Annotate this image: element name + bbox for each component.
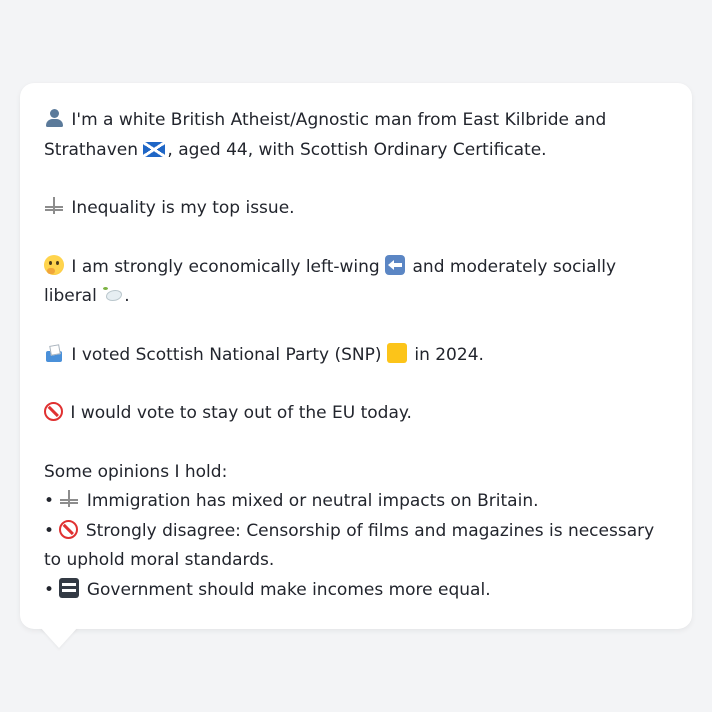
- opinion-item: • Strongly disagree: Censorship of films…: [44, 517, 668, 576]
- flag-scotland-icon: [143, 141, 166, 157]
- scales-icon: [59, 489, 79, 509]
- eu-text: I would vote to stay out of the EU today…: [70, 403, 412, 423]
- opinions-heading: Some opinions I hold:: [44, 461, 228, 482]
- vote-text: I voted Scottish National Party (SNP): [71, 344, 382, 365]
- opinions-list: Some opinions I hold: • Immigration has …: [44, 458, 668, 606]
- person-icon: [44, 108, 64, 128]
- bubble-tail: [40, 627, 78, 648]
- bullet-marker: •: [44, 491, 55, 511]
- bio-intro-tail: , aged 44, with Scottish Ordinary Certif…: [167, 139, 547, 160]
- vote-year: in 2024.: [414, 344, 484, 365]
- opinion-item: • Government should make incomes more eq…: [44, 576, 668, 606]
- vote-line: I voted Scottish National Party (SNP) in…: [44, 341, 668, 371]
- prohibited-icon: [44, 402, 63, 421]
- opinion-text: Government should make incomes more equa…: [86, 579, 491, 600]
- yellow-square-icon: [386, 342, 407, 363]
- scales-icon: [44, 196, 64, 216]
- top-issue-text: Inequality is my top issue.: [71, 198, 295, 218]
- bio-line: I'm a white British Atheist/Agnostic man…: [44, 106, 668, 165]
- eu-line: I would vote to stay out of the EU today…: [44, 399, 668, 429]
- ballot-box-icon: [44, 343, 64, 363]
- dove-icon: [102, 284, 123, 304]
- opinion-text: Strongly disagree: Censorship of films a…: [44, 520, 655, 571]
- equals-icon: [59, 577, 80, 598]
- bullet-marker: •: [44, 520, 55, 541]
- ideology-period: .: [124, 286, 130, 306]
- thinking-face-icon: [44, 254, 64, 275]
- top-issue-line: Inequality is my top issue.: [44, 194, 668, 224]
- persona-message-bubble: I'm a white British Atheist/Agnostic man…: [20, 83, 692, 629]
- opinion-item: • Immigration has mixed or neutral impac…: [44, 487, 668, 517]
- bullet-marker: •: [44, 579, 55, 600]
- opinion-text: Immigration has mixed or neutral impacts…: [86, 491, 539, 511]
- left-arrow-icon: [385, 254, 406, 275]
- prohibited-icon: [59, 519, 79, 539]
- ideology-economic: I am strongly economically left-wing: [71, 256, 380, 277]
- ideology-line: I am strongly economically left-wing and…: [44, 253, 668, 312]
